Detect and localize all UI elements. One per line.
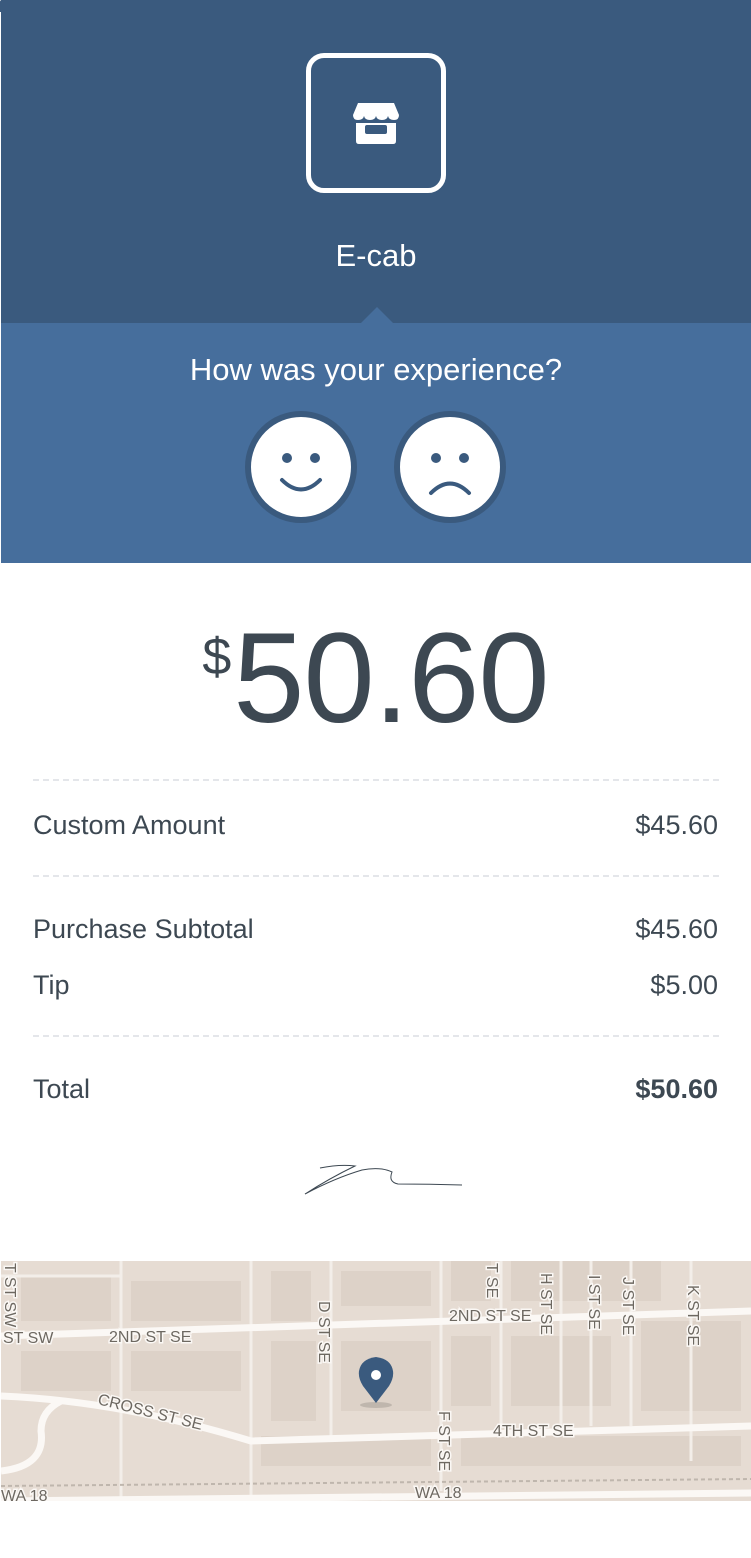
map-street-label: F ST SE — [435, 1411, 452, 1471]
storefront-icon — [353, 103, 399, 144]
total-value: $50.60 — [635, 1074, 718, 1104]
line-item-row: Custom Amount $45.60 — [33, 810, 718, 841]
total-label: Total — [33, 1074, 91, 1104]
tip-label: Tip — [33, 970, 70, 1000]
total-amount-display: $50.60 — [0, 605, 751, 752]
feedback-panel: How was your experience? — [1, 323, 751, 563]
tip-value: $5.00 — [650, 970, 718, 1000]
map-canvas: T ST SW ST SW 2ND ST SE CROSS ST SE D ST… — [1, 1261, 751, 1501]
sad-face-icon — [429, 453, 471, 495]
map-street-label: D ST SE — [315, 1301, 332, 1363]
positive-feedback-button[interactable] — [245, 411, 357, 523]
divider — [33, 875, 719, 877]
divider — [33, 779, 719, 781]
map-street-label: K ST SE — [684, 1285, 701, 1346]
total-row: Total $50.60 — [33, 1074, 718, 1105]
line-item-label: Custom Amount — [33, 810, 226, 840]
amount-value: 50.60 — [233, 607, 549, 750]
merchant-logo — [306, 53, 446, 193]
map-street-label: ST SW — [3, 1330, 54, 1347]
map-street-label: 2ND ST SE — [449, 1308, 531, 1325]
smiley-face-icon — [280, 453, 322, 492]
subtotal-row: Purchase Subtotal $45.60 — [33, 914, 718, 945]
map-street-label: WA 18 — [415, 1485, 462, 1501]
map-street-label: I ST SE — [585, 1275, 602, 1330]
map-street-label: T SE — [483, 1263, 500, 1298]
map-street-label: 4TH ST SE — [493, 1423, 574, 1440]
merchant-header: E-cab — [1, 0, 751, 323]
feedback-question: How was your experience? — [189, 352, 563, 387]
map-street-label: T ST SW — [1, 1263, 18, 1328]
location-map[interactable]: T ST SW ST SW 2ND ST SE CROSS ST SE D ST… — [1, 1261, 751, 1501]
merchant-name: E-cab — [335, 238, 417, 273]
subtotal-value: $45.60 — [635, 914, 718, 944]
negative-feedback-button[interactable] — [394, 411, 506, 523]
header-pointer — [361, 307, 393, 323]
map-street-label: WA 18 — [1, 1488, 48, 1501]
map-street-label: H ST SE — [537, 1273, 554, 1335]
line-item-value: $45.60 — [635, 810, 718, 840]
tip-row: Tip $5.00 — [33, 970, 718, 1001]
map-street-label: 2ND ST SE — [109, 1329, 191, 1346]
divider — [33, 1035, 719, 1037]
subtotal-label: Purchase Subtotal — [33, 914, 254, 944]
map-street-label: J ST SE — [619, 1277, 636, 1335]
map-street-label: CROSS ST SE — [96, 1391, 204, 1433]
currency-symbol: $ — [202, 628, 232, 686]
signature — [304, 1164, 463, 1195]
